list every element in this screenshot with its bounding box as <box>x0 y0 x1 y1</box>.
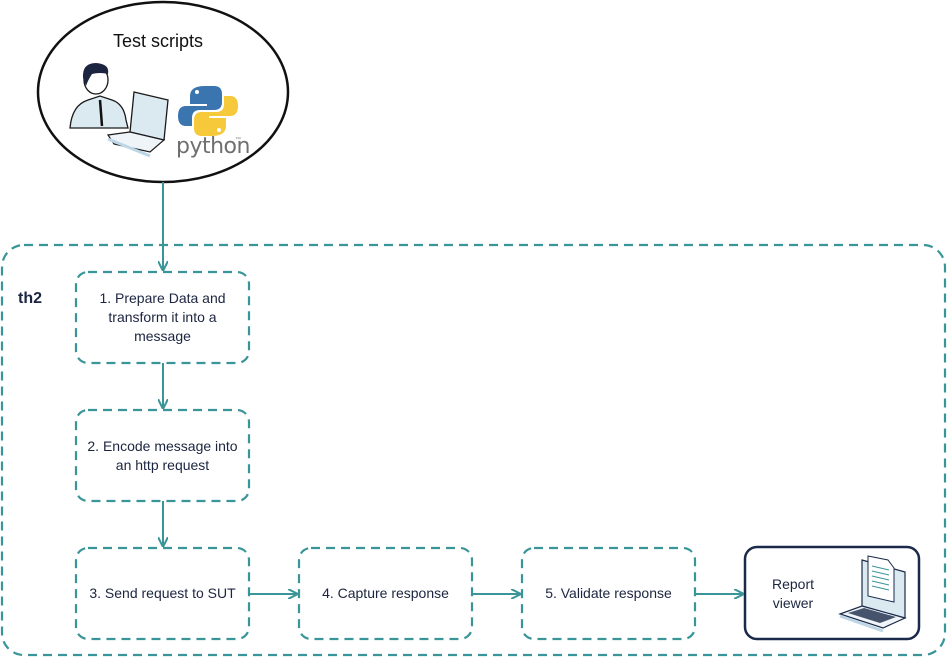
th2-label: th2 <box>18 290 42 307</box>
report-viewer-label: Report viewer <box>771 576 815 611</box>
step-4-label: 4. Capture response <box>322 585 449 601</box>
test-scripts-node <box>36 0 290 184</box>
step-1-label: 1. Prepare Data and transform it into a … <box>99 290 226 344</box>
step-5-label: 5. Validate response <box>545 585 672 601</box>
test-scripts-title: Test scripts <box>113 31 204 51</box>
step-3-label: 3. Send request to SUT <box>89 585 236 601</box>
trademark-symbol: ™ <box>235 137 241 143</box>
step-2-label: 2. Encode message into an http request <box>87 437 238 473</box>
